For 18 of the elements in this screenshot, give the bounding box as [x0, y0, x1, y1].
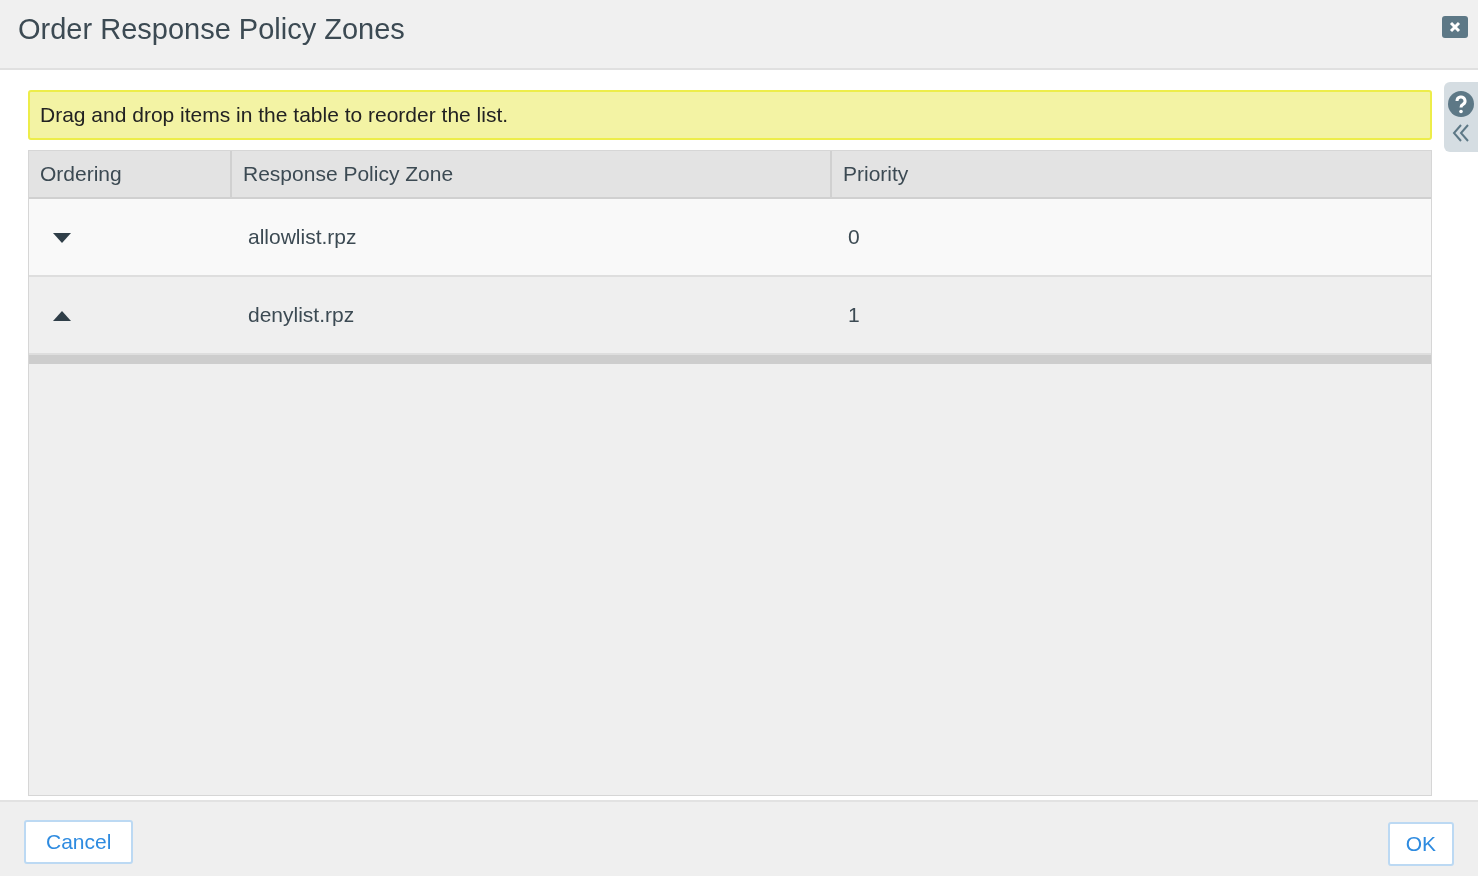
table-row[interactable]: allowlist.rpz 0 — [29, 199, 1431, 277]
column-header[interactable]: Response Policy Zone — [230, 151, 830, 197]
help-icon[interactable] — [1448, 91, 1474, 117]
column-header[interactable]: Priority — [830, 151, 1431, 197]
up-arrow-icon[interactable] — [53, 311, 71, 321]
table-cell: denylist.rpz — [248, 303, 355, 326]
cancel-button[interactable]: Cancel — [24, 820, 134, 864]
table-cell: 0 — [848, 225, 860, 248]
table-cell: 1 — [848, 303, 860, 326]
ok-button[interactable]: OK — [1387, 822, 1454, 866]
column-header[interactable]: Ordering — [29, 151, 230, 197]
table-cell: allowlist.rpz — [248, 225, 357, 248]
close-icon — [1449, 21, 1461, 33]
close-button[interactable] — [1442, 16, 1468, 38]
collapse-icon[interactable] — [1451, 123, 1471, 143]
dialog-title: Order Response Policy Zones — [18, 12, 405, 47]
notice-banner: Drag and drop items in the table to reorder the list. — [28, 90, 1432, 140]
down-arrow-icon[interactable] — [53, 233, 71, 243]
